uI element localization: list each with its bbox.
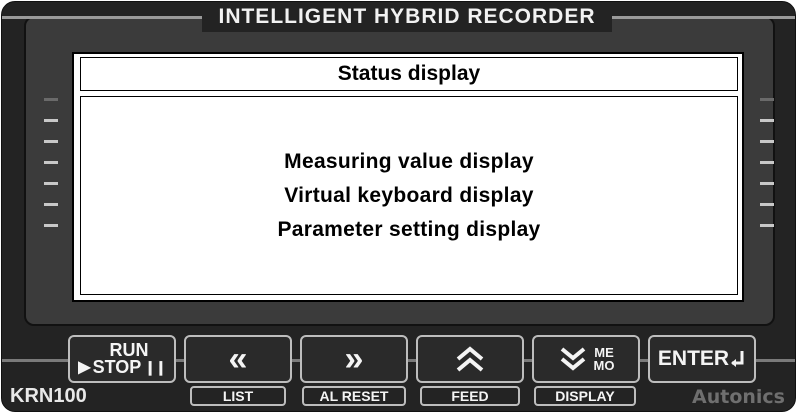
model-name: KRN100 [10, 385, 87, 407]
recorder-device: INTELLIGENT HYBRID RECORDER Status displ… [1, 1, 796, 412]
stop-label: STOP [92, 357, 142, 377]
led-indicator [760, 98, 774, 101]
title-rule-right [612, 16, 795, 19]
stop-row: ▶ STOP ❙❙ [78, 357, 166, 377]
double-chevron-right-icon: » [344, 340, 364, 378]
double-chevron-up-icon [456, 346, 484, 372]
al-reset-label: AL RESET [302, 386, 406, 406]
run-stop-button[interactable]: RUN ▶ STOP ❙❙ [68, 335, 176, 383]
display-label: DISPLAY [534, 386, 636, 406]
led-indicator [760, 182, 774, 185]
enter-button[interactable]: ENTER [648, 335, 756, 383]
return-arrow-icon [731, 351, 744, 367]
right-led-column [760, 98, 774, 245]
screen-line-keyboard: Virtual keyboard display [284, 183, 534, 207]
memo-bottom: MO [593, 358, 615, 373]
led-indicator [44, 182, 58, 185]
device-title: INTELLIGENT HYBRID RECORDER [202, 2, 612, 32]
double-chevron-down-icon [560, 347, 585, 371]
led-indicator [44, 203, 58, 206]
led-indicator [760, 224, 774, 227]
memo-label: ME MO [594, 346, 615, 372]
led-indicator [760, 161, 774, 164]
pause-icon: ❙❙ [144, 359, 166, 375]
led-indicator [760, 140, 774, 143]
list-label: LIST [190, 386, 286, 406]
screen-line-measuring: Measuring value display [284, 149, 534, 173]
screen-line-parameter: Parameter setting display [277, 217, 541, 241]
left-button[interactable]: « [184, 335, 292, 383]
down-memo-button[interactable]: ME MO [532, 335, 640, 383]
led-indicator [760, 203, 774, 206]
led-indicator [44, 161, 58, 164]
title-rule-left [2, 16, 202, 19]
double-chevron-left-icon: « [228, 340, 248, 378]
enter-label: ENTER [657, 347, 730, 370]
left-led-column [44, 98, 58, 245]
led-indicator [44, 224, 58, 227]
up-button[interactable] [416, 335, 524, 383]
down-memo-content: ME MO [558, 345, 615, 373]
led-indicator [44, 98, 58, 101]
feed-label: FEED [420, 386, 520, 406]
screen-header: Status display [80, 57, 738, 91]
brand-logo: Autonics [692, 386, 785, 408]
play-icon: ▶ [78, 359, 91, 376]
led-indicator [44, 140, 58, 143]
right-button[interactable]: » [300, 335, 408, 383]
led-indicator [44, 119, 58, 122]
screen-body: Measuring value display Virtual keyboard… [80, 96, 738, 295]
led-indicator [760, 119, 774, 122]
